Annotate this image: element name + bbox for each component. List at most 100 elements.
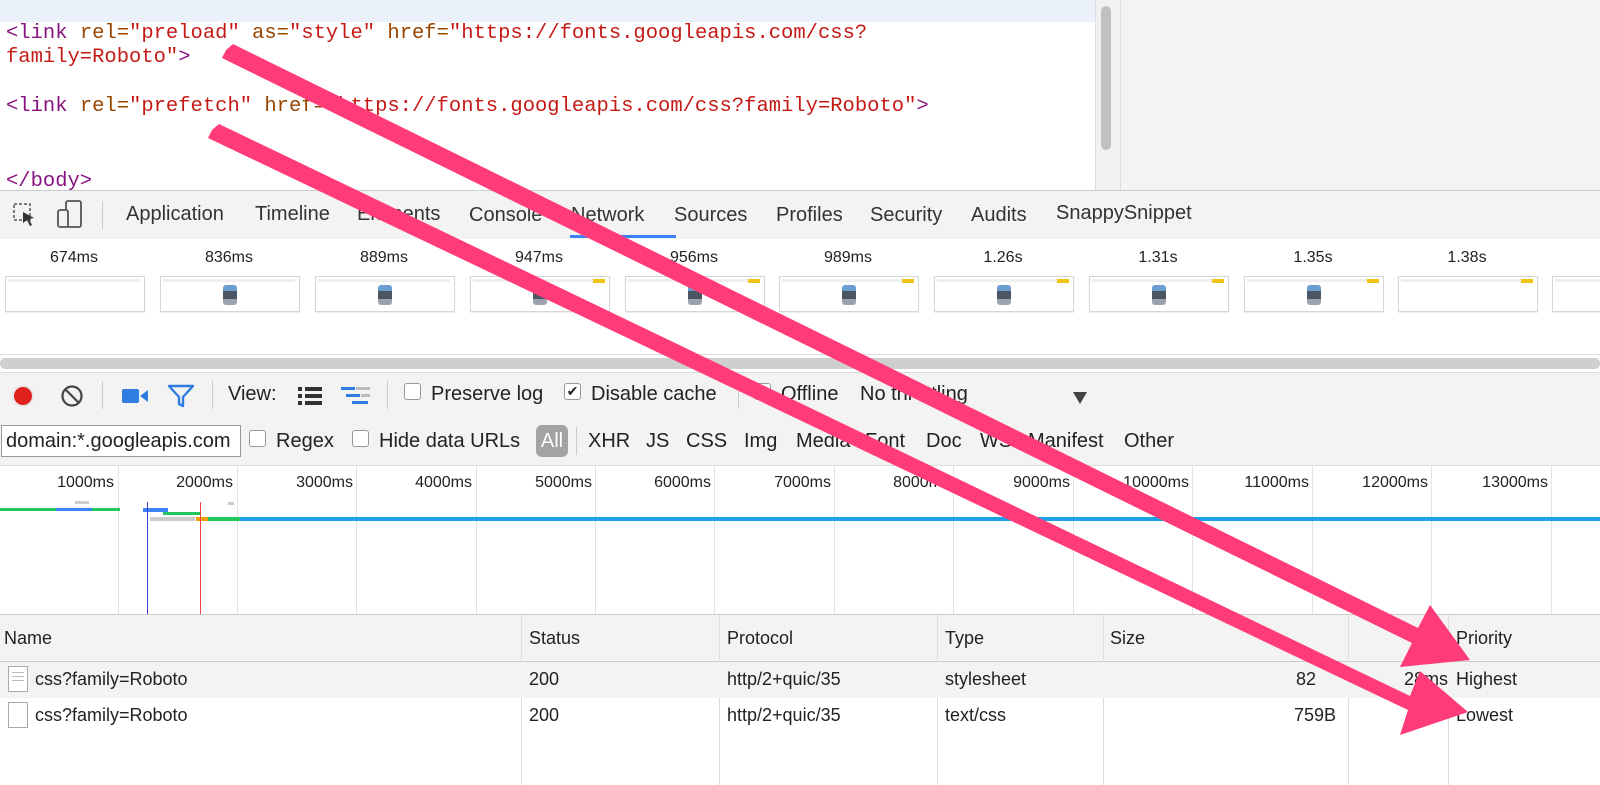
filmstrip-scrollbar[interactable] [0,358,1600,369]
hide-data-urls-checkbox[interactable]: Hide data URLs [352,430,520,453]
filter-manifest[interactable]: Manifest [1028,430,1104,453]
tick-label: 9000ms [1013,474,1070,491]
tick-label: 3000ms [296,474,353,491]
tab-timeline[interactable]: Timeline [255,203,330,226]
grid-line [1312,466,1313,614]
devtools-tab-bar: Application Timeline Elements Console Ne… [0,190,1600,240]
header-priority[interactable]: Priority [1456,628,1512,649]
grid-line [714,466,715,614]
filter-separator [576,427,577,455]
toolbar-separator [212,381,213,409]
frame-time: 674ms [49,249,99,266]
filmstrip-frame[interactable] [470,276,610,312]
table-row[interactable]: css?family=Roboto 200 http/2+quic/35 sty… [0,662,1600,698]
cell-priority: Highest [1456,669,1518,689]
cell-protocol: http/2+quic/35 [727,705,841,725]
filter-ws[interactable]: WS [980,430,1012,453]
cell-time: 28ms [1404,669,1449,689]
header-protocol[interactable]: Protocol [727,628,793,649]
regex-checkbox[interactable]: Regex [249,430,334,453]
filter-input[interactable] [1,425,241,457]
list-view-icon[interactable] [297,385,323,413]
tab-elements[interactable]: Elements [357,203,440,226]
tab-network[interactable]: Network [571,204,644,227]
header-name[interactable]: Name [4,628,52,649]
offline-label: Offline [781,383,839,405]
checkmark-icon[interactable]: ✔ [564,383,581,401]
grid-line [1192,466,1193,614]
filmstrip-frame[interactable] [1552,276,1600,312]
header-type[interactable]: Type [945,628,984,649]
regex-label: Regex [276,430,334,452]
tab-sources[interactable]: Sources [674,204,747,227]
filter-font[interactable]: Font [865,430,905,453]
tab-snappysnippet[interactable]: SnappySnippet [1056,202,1192,225]
filter-css[interactable]: CSS [686,430,727,453]
grid-line [1073,466,1074,614]
grid-line [476,466,477,614]
offline-checkbox[interactable]: Offline [754,383,838,406]
header-status[interactable]: Status [529,628,580,649]
filter-xhr[interactable]: XHR [588,430,630,453]
tab-audits[interactable]: Audits [971,204,1027,227]
cell-status: 200 [529,705,560,725]
throttling-select[interactable]: No throttling [860,383,968,406]
tab-separator [102,201,103,229]
hide-data-urls-label: Hide data URLs [379,430,521,452]
filmstrip-frame[interactable] [5,276,145,312]
waterfall-view-icon[interactable] [340,385,372,413]
filmstrip-frame[interactable] [1398,276,1538,312]
filter-all[interactable]: All [536,425,568,457]
filmstrip-frame[interactable] [315,276,455,312]
cell-priority: Lowest [1456,705,1514,725]
filter-media[interactable]: Media [796,430,850,453]
load-event-line [200,502,201,614]
device-toolbar-icon[interactable] [56,199,84,234]
filmstrip-frame[interactable] [625,276,765,312]
checkbox-icon[interactable] [249,430,266,448]
tab-security[interactable]: Security [870,204,942,227]
frame-time: 956ms [669,249,719,266]
tick-label: 1000ms [57,474,114,491]
filter-icon[interactable] [167,384,195,414]
request-bar [75,501,89,504]
tab-console[interactable]: Console [469,204,542,227]
filter-doc[interactable]: Doc [926,430,962,453]
clear-icon[interactable] [60,384,84,414]
source-scrollbar-thumb[interactable] [1101,6,1111,150]
tab-application[interactable]: Application [126,203,224,226]
source-line-preload: <link rel="preload" as="style" href="htt… [6,22,868,45]
network-overview[interactable]: 1000ms 2000ms 3000ms 4000ms 5000ms 6000m… [0,466,1600,615]
request-bar [56,508,92,511]
frame-time: 1.38s [1447,249,1487,266]
source-code-pane: <link rel="preload" as="style" href="htt… [0,0,1095,190]
record-icon[interactable] [10,383,36,415]
frame-time: 947ms [514,249,564,266]
filmstrip-frame[interactable] [1089,276,1229,312]
filter-js[interactable]: JS [646,430,669,453]
cell-time: s [1432,705,1441,725]
filmstrip-frame[interactable] [160,276,300,312]
frame-time: 989ms [823,249,873,266]
checkbox-icon[interactable] [352,430,369,448]
checkbox-icon[interactable] [754,383,771,401]
filter-other[interactable]: Other [1124,430,1174,453]
toolbar-separator [102,381,103,409]
filmstrip-frame[interactable] [1244,276,1384,312]
tick-label: 11000ms [1244,474,1309,491]
request-bar [150,517,195,521]
tick-label: 7000ms [774,474,831,491]
inspect-element-icon[interactable] [12,202,38,233]
highlighted-line [0,0,1095,22]
header-size[interactable]: Size [1110,628,1145,649]
checkbox-icon[interactable] [404,383,421,401]
table-row[interactable]: css?family=Roboto 200 http/2+quic/35 tex… [0,698,1600,734]
tab-profiles[interactable]: Profiles [776,204,843,227]
disable-cache-checkbox[interactable]: ✔ Disable cache [564,383,717,406]
filter-img[interactable]: Img [744,430,777,453]
dropdown-arrow-icon[interactable] [1072,388,1088,411]
preserve-log-checkbox[interactable]: Preserve log [404,383,543,406]
capture-screenshots-icon[interactable] [121,386,149,412]
filmstrip-frame[interactable] [934,276,1074,312]
filmstrip-frame[interactable] [779,276,919,312]
